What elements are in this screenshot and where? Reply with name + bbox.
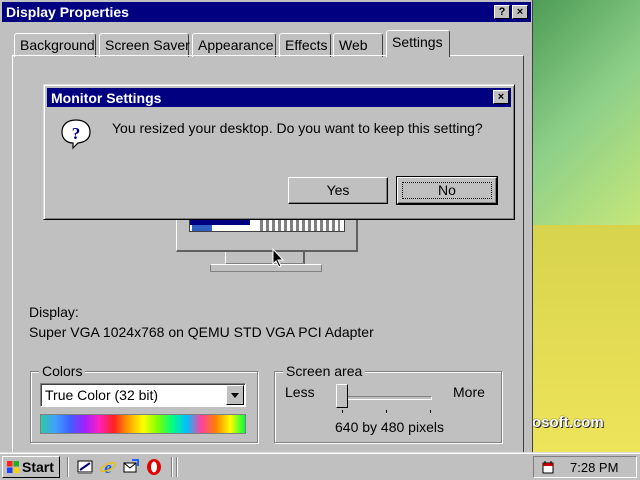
svg-text:?: ? bbox=[72, 124, 81, 143]
dialog-message: You resized your desktop. Do you want to… bbox=[112, 120, 483, 136]
close-button[interactable]: × bbox=[512, 5, 528, 19]
taskbar-clock[interactable]: 7:28 PM bbox=[570, 460, 618, 475]
show-desktop-icon[interactable] bbox=[76, 458, 94, 476]
display-label: Display: bbox=[29, 304, 79, 320]
colors-group-label: Colors bbox=[39, 363, 86, 379]
display-properties-window: Display Properties ? × Background Screen… bbox=[0, 0, 533, 452]
question-icon: ? bbox=[61, 119, 91, 150]
monitor-settings-dialog: Monitor Settings × ? You resized your de… bbox=[43, 84, 515, 220]
tab-screen-saver[interactable]: Screen Saver bbox=[99, 33, 190, 57]
dialog-titlebar[interactable]: Monitor Settings × bbox=[47, 88, 511, 107]
more-label: More bbox=[453, 384, 485, 400]
window-title: Display Properties bbox=[6, 4, 129, 20]
screen-area-slider-track[interactable] bbox=[340, 396, 432, 400]
desktop-wallpaper: osoft.com bbox=[532, 0, 640, 452]
yes-button[interactable]: Yes bbox=[288, 177, 388, 204]
tab-strip: Background Screen Saver Appearance Effec… bbox=[10, 30, 526, 57]
colors-select-value: True Color (32 bit) bbox=[45, 387, 159, 403]
display-adapter-text: Super VGA 1024x768 on QEMU STD VGA PCI A… bbox=[29, 324, 374, 340]
dialog-title: Monitor Settings bbox=[51, 90, 162, 106]
monitor-preview bbox=[176, 216, 358, 252]
outlook-express-icon[interactable] bbox=[122, 458, 140, 476]
start-button[interactable]: Start bbox=[2, 456, 60, 478]
slider-tick bbox=[386, 410, 387, 413]
tab-appearance[interactable]: Appearance bbox=[192, 33, 276, 57]
chevron-down-icon[interactable] bbox=[226, 385, 244, 405]
tab-settings[interactable]: Settings bbox=[386, 30, 450, 57]
dialog-close-button[interactable]: × bbox=[493, 90, 509, 104]
taskbar-separator bbox=[171, 457, 173, 477]
help-button[interactable]: ? bbox=[494, 5, 510, 19]
colors-select[interactable]: True Color (32 bit) bbox=[40, 383, 246, 407]
mouse-cursor-icon bbox=[272, 248, 285, 268]
screen-area-slider-thumb[interactable] bbox=[336, 384, 348, 408]
slider-tick bbox=[342, 410, 343, 413]
screen-area-value: 640 by 480 pixels bbox=[335, 419, 444, 435]
tab-web[interactable]: Web bbox=[333, 33, 383, 57]
window-titlebar[interactable]: Display Properties ? × bbox=[2, 2, 531, 22]
internet-explorer-icon[interactable]: e bbox=[99, 458, 117, 476]
start-label: Start bbox=[22, 459, 54, 475]
scheduler-icon[interactable] bbox=[540, 459, 556, 475]
no-button[interactable]: No bbox=[396, 176, 498, 205]
tab-effects[interactable]: Effects bbox=[279, 33, 331, 57]
wallpaper-brand-text: osoft.com bbox=[532, 414, 604, 431]
svg-text:e: e bbox=[104, 458, 112, 476]
windows-logo-icon bbox=[7, 461, 19, 473]
less-label: Less bbox=[285, 384, 315, 400]
taskbar-separator bbox=[67, 457, 69, 477]
taskbar-separator bbox=[176, 457, 178, 477]
no-button-label: No bbox=[438, 182, 456, 198]
monitor-stand bbox=[225, 252, 305, 264]
monitor-preview-screen bbox=[189, 218, 345, 232]
taskbar: Start e 7:28 PM bbox=[0, 452, 640, 480]
monitor-base bbox=[210, 264, 322, 272]
slider-tick bbox=[430, 410, 431, 413]
color-spectrum-preview bbox=[40, 414, 246, 434]
screen-area-group-label: Screen area bbox=[283, 363, 366, 379]
tab-background[interactable]: Background bbox=[14, 33, 96, 57]
system-tray: 7:28 PM bbox=[533, 456, 637, 478]
opera-icon[interactable] bbox=[145, 458, 163, 476]
